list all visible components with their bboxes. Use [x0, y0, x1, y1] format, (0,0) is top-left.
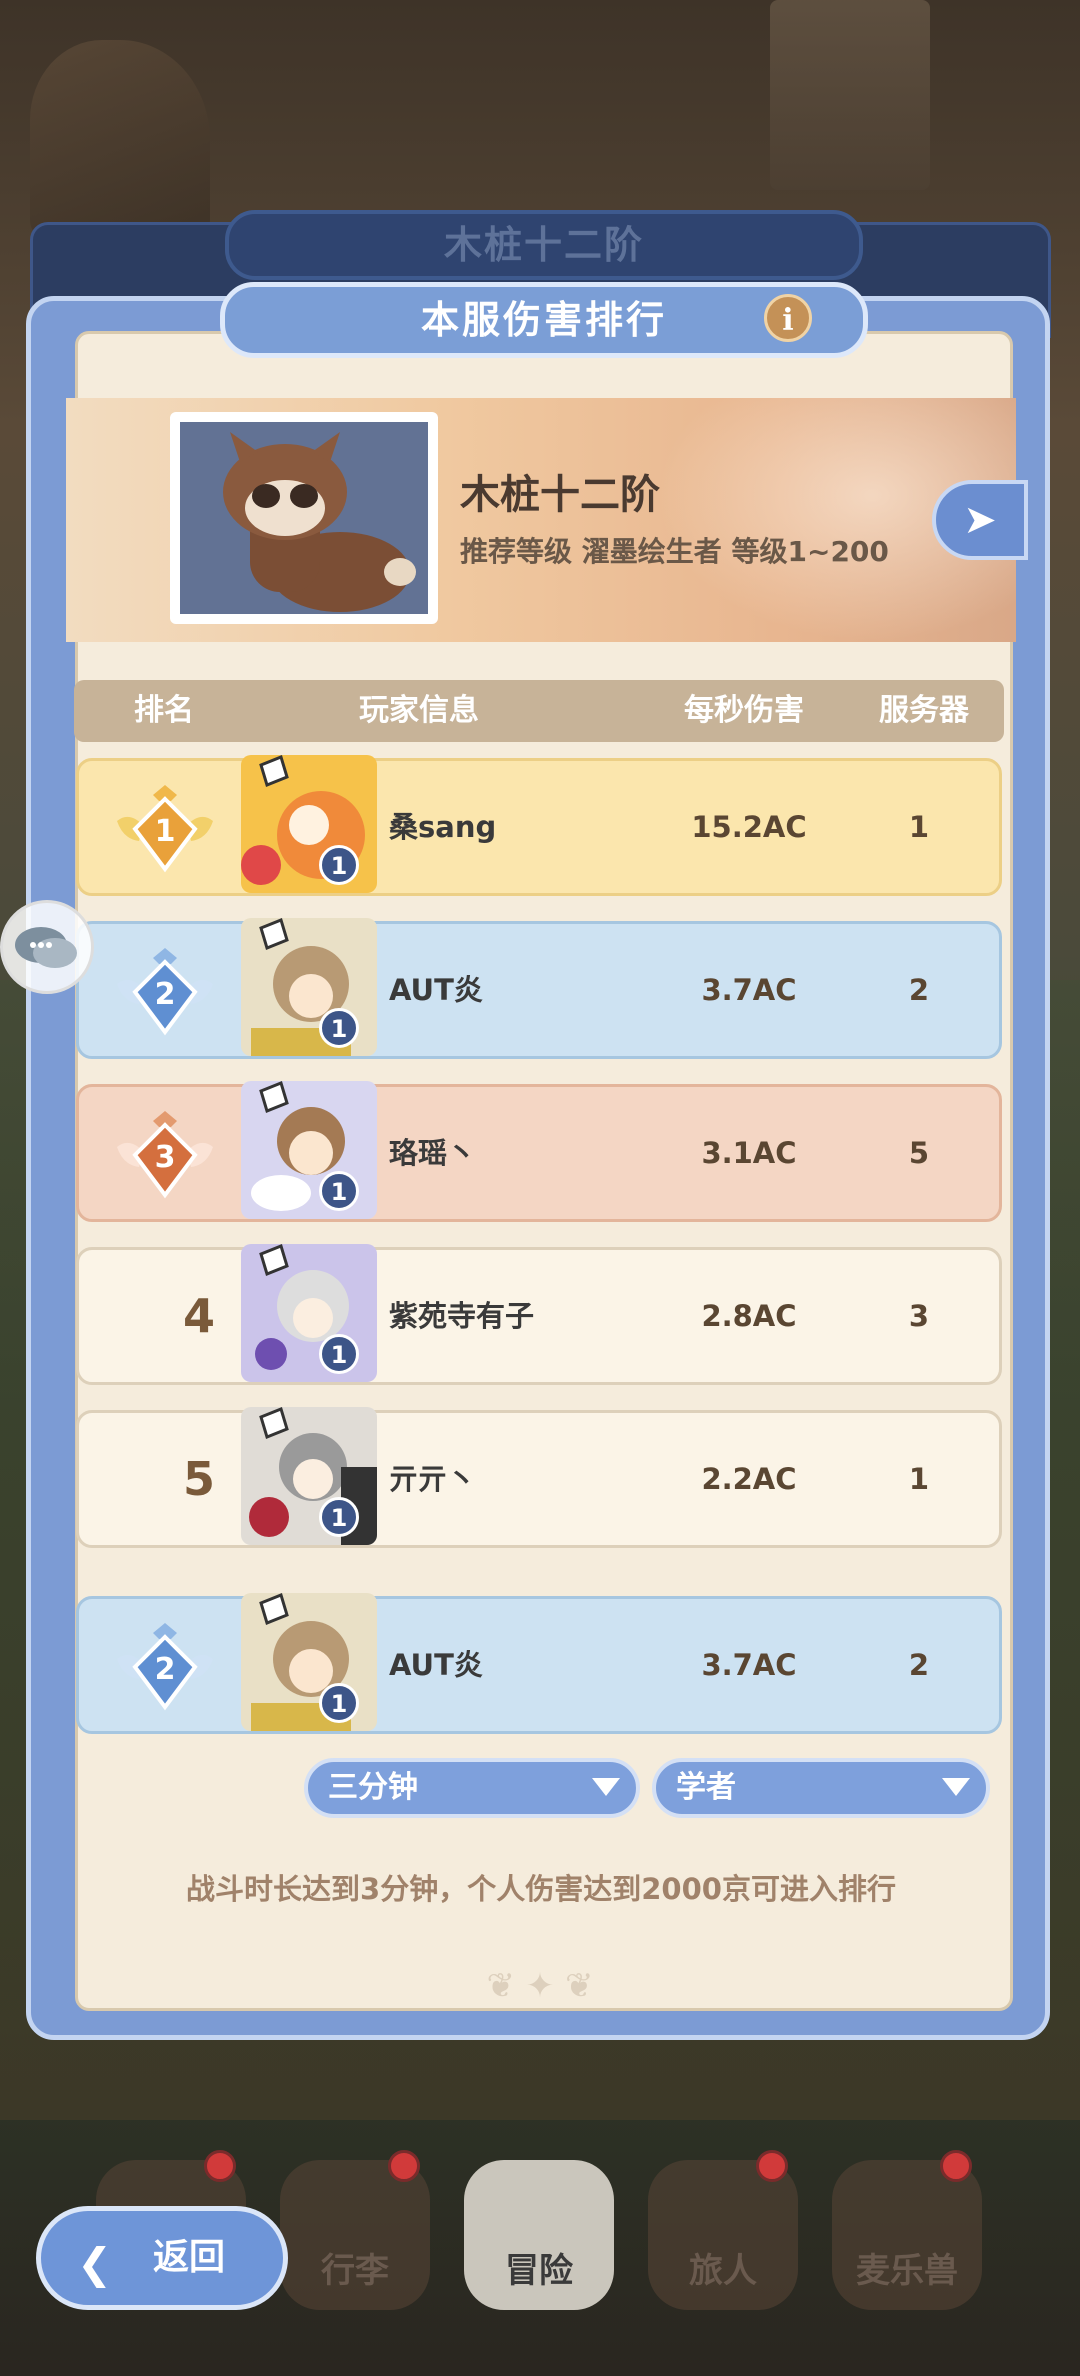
ranking-table-header: 排名 玩家信息 每秒伤害 服务器 [74, 680, 1004, 742]
rank-number: 5 [182, 1452, 215, 1506]
chat-button[interactable] [0, 900, 94, 994]
player-name: 珞瑶丶 [389, 1136, 477, 1170]
player-dps: 3.1AC [701, 1136, 797, 1170]
table-row[interactable]: 4 1 紫苑寺有子 2.8AC 3 [76, 1244, 1002, 1385]
ranking-requirement-note: 战斗时长达到3分钟，个人伤害达到2000京可进入排行 [186, 1872, 896, 1906]
info-icon[interactable]: i [764, 294, 812, 342]
background-tower [770, 0, 930, 190]
header-rank: 排名 [134, 693, 194, 728]
player-server: 1 [908, 1462, 930, 1496]
level-badge: 1 [319, 1683, 359, 1723]
level-badge: 1 [319, 1334, 359, 1374]
back-stage-title[interactable]: 木桩十二阶 [225, 210, 863, 280]
duration-select-value: 三分钟 [328, 1770, 418, 1805]
player-dps: 3.7AC [701, 973, 797, 1007]
player-dps: 3.7AC [701, 1648, 797, 1682]
background-rock [30, 40, 210, 240]
notification-dot [388, 2150, 420, 2182]
decorative-ornament-icon: ❦ ✦ ❦ [486, 1966, 594, 2006]
header-dps: 每秒伤害 [684, 693, 804, 728]
silver-medal-icon: 2 [117, 948, 213, 1036]
player-dps: 2.2AC [701, 1462, 797, 1496]
rank-number: 3 [155, 1140, 176, 1175]
bronze-medal-icon: 3 [117, 1111, 213, 1199]
nav-label: 旅人 [689, 2251, 757, 2291]
class-select[interactable]: 学者 [652, 1758, 990, 1818]
table-row[interactable]: 1 1 桑sang 15.2AC 1 [76, 755, 1002, 896]
level-badge: 1 [319, 845, 359, 885]
boss-portrait [170, 412, 438, 624]
header-player: 玩家信息 [359, 693, 479, 728]
boss-name: 木桩十二阶 [460, 472, 660, 518]
player-server: 2 [908, 973, 930, 1007]
table-row[interactable]: 2 1 AUT炎 3.7AC 2 [76, 918, 1002, 1059]
chevron-down-icon [592, 1778, 620, 1796]
player-dps: 2.8AC [701, 1299, 797, 1333]
rank-number: 4 [182, 1289, 215, 1343]
table-row[interactable]: 5 1 亓亓丶 2.2AC 1 [76, 1407, 1002, 1548]
next-stage-button[interactable]: ➤ [932, 480, 1028, 560]
nav-label: 麦乐兽 [856, 2251, 958, 2291]
chat-icon [15, 927, 77, 968]
nav-item-travelers[interactable]: 旅人 [648, 2150, 798, 2310]
rank-number: 1 [155, 814, 176, 849]
level-badge: 1 [319, 1008, 359, 1048]
alpaca-icon [223, 432, 416, 612]
level-badge: 1 [319, 1171, 359, 1211]
player-dps: 15.2AC [691, 810, 807, 844]
back-button[interactable]: ❮ 返回 [36, 2206, 288, 2310]
rank-number: 2 [155, 1652, 176, 1687]
chevron-right-icon: ➤ [963, 497, 997, 543]
notification-dot [204, 2150, 236, 2182]
self-rank-row[interactable]: 2 1 AUT炎 3.7AC 2 [76, 1593, 1002, 1734]
nav-item-pets[interactable]: 麦乐兽 [832, 2150, 982, 2310]
nav-label: 冒险 [505, 2251, 573, 2291]
player-name: 亓亓丶 [389, 1462, 477, 1496]
duration-select[interactable]: 三分钟 [304, 1758, 640, 1818]
player-server: 3 [908, 1299, 930, 1333]
class-select-value: 学者 [676, 1770, 736, 1805]
nav-item-adventure[interactable]: 冒险 [464, 2160, 614, 2310]
player-name: AUT炎 [389, 973, 483, 1007]
player-server: 1 [908, 810, 930, 844]
level-badge: 1 [319, 1497, 359, 1537]
player-server: 2 [908, 1648, 930, 1682]
notification-dot [940, 2150, 972, 2182]
chevron-down-icon [942, 1778, 970, 1796]
notification-dot [756, 2150, 788, 2182]
header-server: 服务器 [879, 693, 969, 728]
chevron-left-icon: ❮ [77, 2239, 113, 2288]
player-name: AUT炎 [389, 1648, 483, 1682]
player-name: 桑sang [389, 810, 497, 844]
rank-number: 2 [155, 977, 176, 1012]
silver-medal-icon: 2 [117, 1623, 213, 1711]
player-server: 5 [908, 1136, 930, 1170]
nav-label: 行李 [321, 2251, 389, 2291]
back-button-label: 返回 [153, 2237, 226, 2278]
boss-subtitle: 推荐等级 濯墨绘生者 等级1~200 [460, 535, 889, 568]
player-name: 紫苑寺有子 [389, 1299, 535, 1333]
table-row[interactable]: 3 1 珞瑶丶 3.1AC 5 [76, 1081, 1002, 1222]
nav-item-bag[interactable]: 行李 [280, 2150, 430, 2310]
gold-medal-icon: 1 [117, 785, 213, 873]
